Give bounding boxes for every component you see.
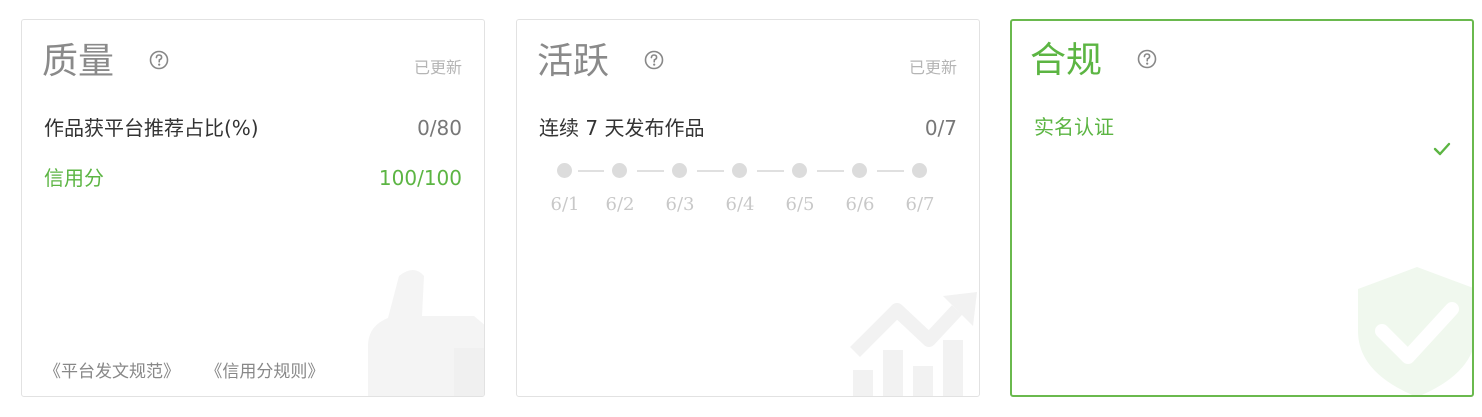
thumbs-up-icon: [368, 270, 484, 396]
day-label: 6/3: [665, 194, 695, 215]
rules-links: 《平台发文规范》 《信用分规则》: [44, 357, 344, 382]
day-label: 6/5: [785, 194, 815, 215]
shield-check-icon: [1358, 267, 1472, 395]
day-dot: [912, 163, 927, 178]
publish-timeline: 6/1 6/2 6/3 6/4 6/5 6/6 6/7: [549, 160, 934, 230]
metric-row-realname: 实名认证: [1034, 114, 1450, 140]
help-icon[interactable]: [1137, 49, 1157, 69]
activity-card: 活跃 已更新 连续 7 天发布作品 0/7 6/1 6/2 6/3 6/4 6/…: [516, 19, 980, 397]
help-icon[interactable]: [149, 50, 169, 70]
day-dot: [852, 163, 867, 178]
day-label: 6/7: [905, 194, 935, 215]
card-title-compliance: 合规: [1030, 40, 1103, 81]
metric-label: 实名认证: [1034, 115, 1114, 139]
day-dot: [612, 163, 627, 178]
help-icon[interactable]: [644, 50, 664, 70]
day-label: 6/6: [845, 194, 875, 215]
metric-value: 100/100: [378, 166, 462, 190]
compliance-card: 合规 实名认证: [1010, 19, 1474, 397]
day-dot: [732, 163, 747, 178]
timeline-connector: [697, 170, 724, 172]
updated-status: 已更新: [413, 58, 462, 77]
timeline-connector: [817, 170, 844, 172]
link-publishing-rules[interactable]: 《平台发文规范》: [44, 362, 180, 382]
timeline-connector: [877, 170, 904, 172]
updated-status: 已更新: [908, 58, 957, 77]
day-dot: [792, 163, 807, 178]
metric-label: 信用分: [44, 166, 104, 190]
timeline-connector: [637, 170, 664, 172]
card-title-activity: 活跃: [537, 41, 610, 82]
metric-row-streak: 连续 7 天发布作品 0/7: [539, 115, 957, 141]
timeline-connector: [578, 170, 604, 172]
day-dot: [672, 163, 687, 178]
metric-label: 连续 7 天发布作品: [539, 116, 705, 140]
link-credit-rules[interactable]: 《信用分规则》: [205, 362, 324, 382]
metric-label: 作品获平台推荐占比(%): [44, 116, 259, 140]
timeline-connector: [757, 170, 784, 172]
day-label: 6/2: [605, 194, 635, 215]
chart-trend-icon: [850, 292, 977, 396]
metric-value: 0/7: [924, 116, 957, 140]
quality-card: 质量 已更新 作品获平台推荐占比(%) 0/80 信用分 100/100 《平台…: [21, 19, 485, 397]
day-dot: [557, 163, 572, 178]
metric-value: 0/80: [417, 116, 462, 140]
check-icon: [1433, 142, 1451, 156]
day-label: 6/1: [550, 194, 580, 215]
metric-row-recommend: 作品获平台推荐占比(%) 0/80: [44, 115, 462, 141]
metric-row-credit: 信用分 100/100: [44, 165, 462, 191]
day-label: 6/4: [725, 194, 755, 215]
card-title-quality: 质量: [42, 41, 115, 82]
